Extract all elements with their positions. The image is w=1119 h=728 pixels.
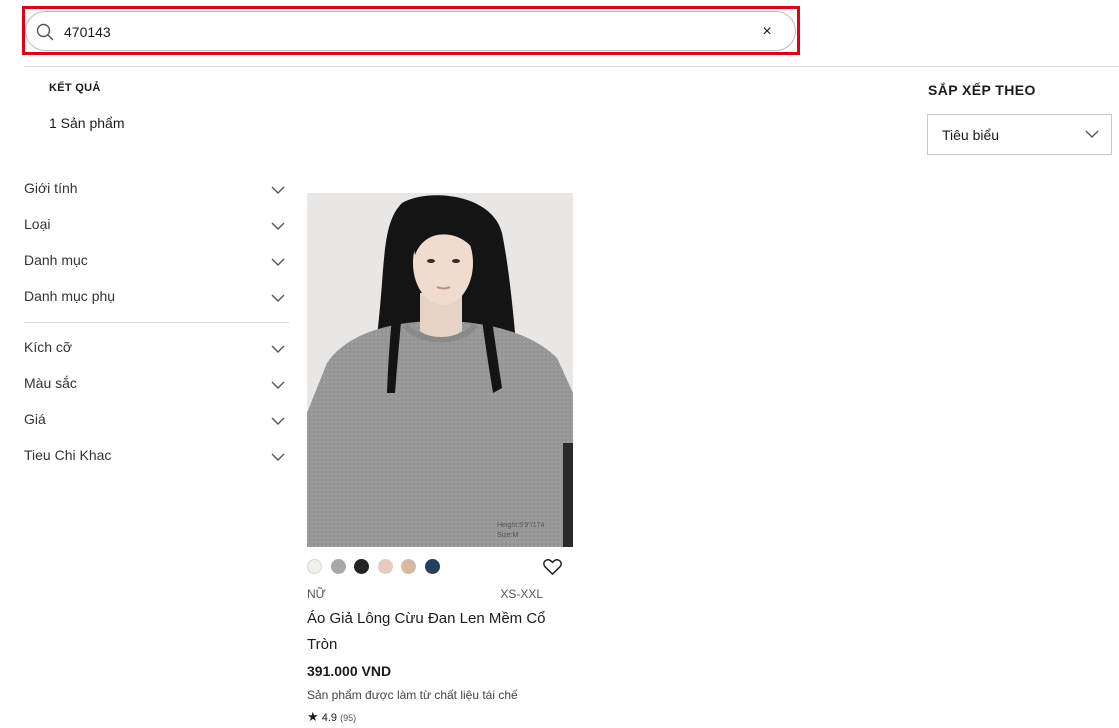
product-sizes: XS-XXL	[500, 587, 543, 601]
filter-other[interactable]: Tieu Chi Khac	[24, 444, 289, 470]
product-image[interactable]: Height:5'9"/174 Size:M	[307, 193, 573, 547]
product-gender: NỮ	[307, 587, 326, 601]
filter-divider	[24, 322, 289, 323]
chevron-down-icon	[271, 186, 285, 194]
filter-type[interactable]: Loại	[24, 213, 289, 239]
filter-label: Tieu Chi Khac	[24, 447, 112, 463]
sort-selected-value: Tiêu biểu	[942, 127, 1000, 143]
chevron-down-icon	[271, 294, 285, 302]
clear-search-button[interactable]: ×	[757, 22, 777, 42]
filter-label: Giới tính	[24, 180, 78, 196]
results-count: 1 Sản phẩm	[49, 115, 125, 131]
chevron-down-icon	[271, 345, 285, 353]
filter-subcategory[interactable]: Danh mục phụ	[24, 285, 289, 311]
filter-label: Màu sắc	[24, 375, 77, 391]
caption-height: Height:5'9"/174	[497, 522, 545, 529]
product-name[interactable]: Áo Giả Lông Cừu Đan Len Mềm Cổ Tròn	[307, 606, 557, 658]
caption-size: Size:M	[497, 532, 519, 539]
color-swatch[interactable]	[401, 559, 416, 574]
chevron-down-icon	[1085, 130, 1099, 138]
filter-gender[interactable]: Giới tính	[24, 177, 289, 203]
chevron-down-icon	[271, 222, 285, 230]
filter-label: Kích cỡ	[24, 339, 73, 355]
heart-icon[interactable]	[543, 558, 562, 576]
sort-dropdown[interactable]: Tiêu biểu	[927, 114, 1112, 155]
color-swatch[interactable]	[377, 559, 393, 574]
filter-label: Danh mục phụ	[24, 288, 116, 304]
sort-heading: SẮP XẾP THEO	[928, 82, 1036, 98]
rating-count: (95)	[340, 713, 357, 723]
color-swatch[interactable]	[354, 559, 369, 574]
color-swatch[interactable]	[330, 559, 346, 574]
color-swatch[interactable]	[307, 559, 322, 574]
search-icon	[35, 22, 55, 42]
filter-size[interactable]: Kích cỡ	[24, 336, 289, 362]
star-icon: ★	[307, 709, 319, 724]
chevron-down-icon	[271, 417, 285, 425]
search-input[interactable]	[64, 21, 744, 43]
model-photo	[307, 193, 573, 547]
filter-label: Danh mục	[24, 252, 88, 268]
top-divider	[24, 66, 1119, 67]
product-rating: ★ 4.9 (95)	[307, 709, 356, 725]
rating-value: 4.9	[321, 712, 338, 724]
filter-price[interactable]: Giá	[24, 408, 289, 434]
filter-category[interactable]: Danh mục	[24, 249, 289, 275]
chevron-down-icon	[271, 453, 285, 461]
product-price: 391.000 VND	[307, 663, 392, 679]
chevron-down-icon	[271, 258, 285, 266]
product-note: Sản phẩm được làm từ chất liệu tái chế	[307, 688, 518, 702]
filter-color[interactable]: Màu sắc	[24, 372, 289, 398]
filter-label: Giá	[24, 411, 46, 427]
color-swatch[interactable]	[424, 559, 440, 574]
image-caption: Height:5'9"/174 Size:M	[497, 521, 544, 541]
results-heading: KẾT QUẢ	[49, 82, 101, 94]
filter-label: Loại	[24, 216, 51, 232]
chevron-down-icon	[271, 381, 285, 389]
search-box[interactable]: ×	[25, 11, 796, 51]
